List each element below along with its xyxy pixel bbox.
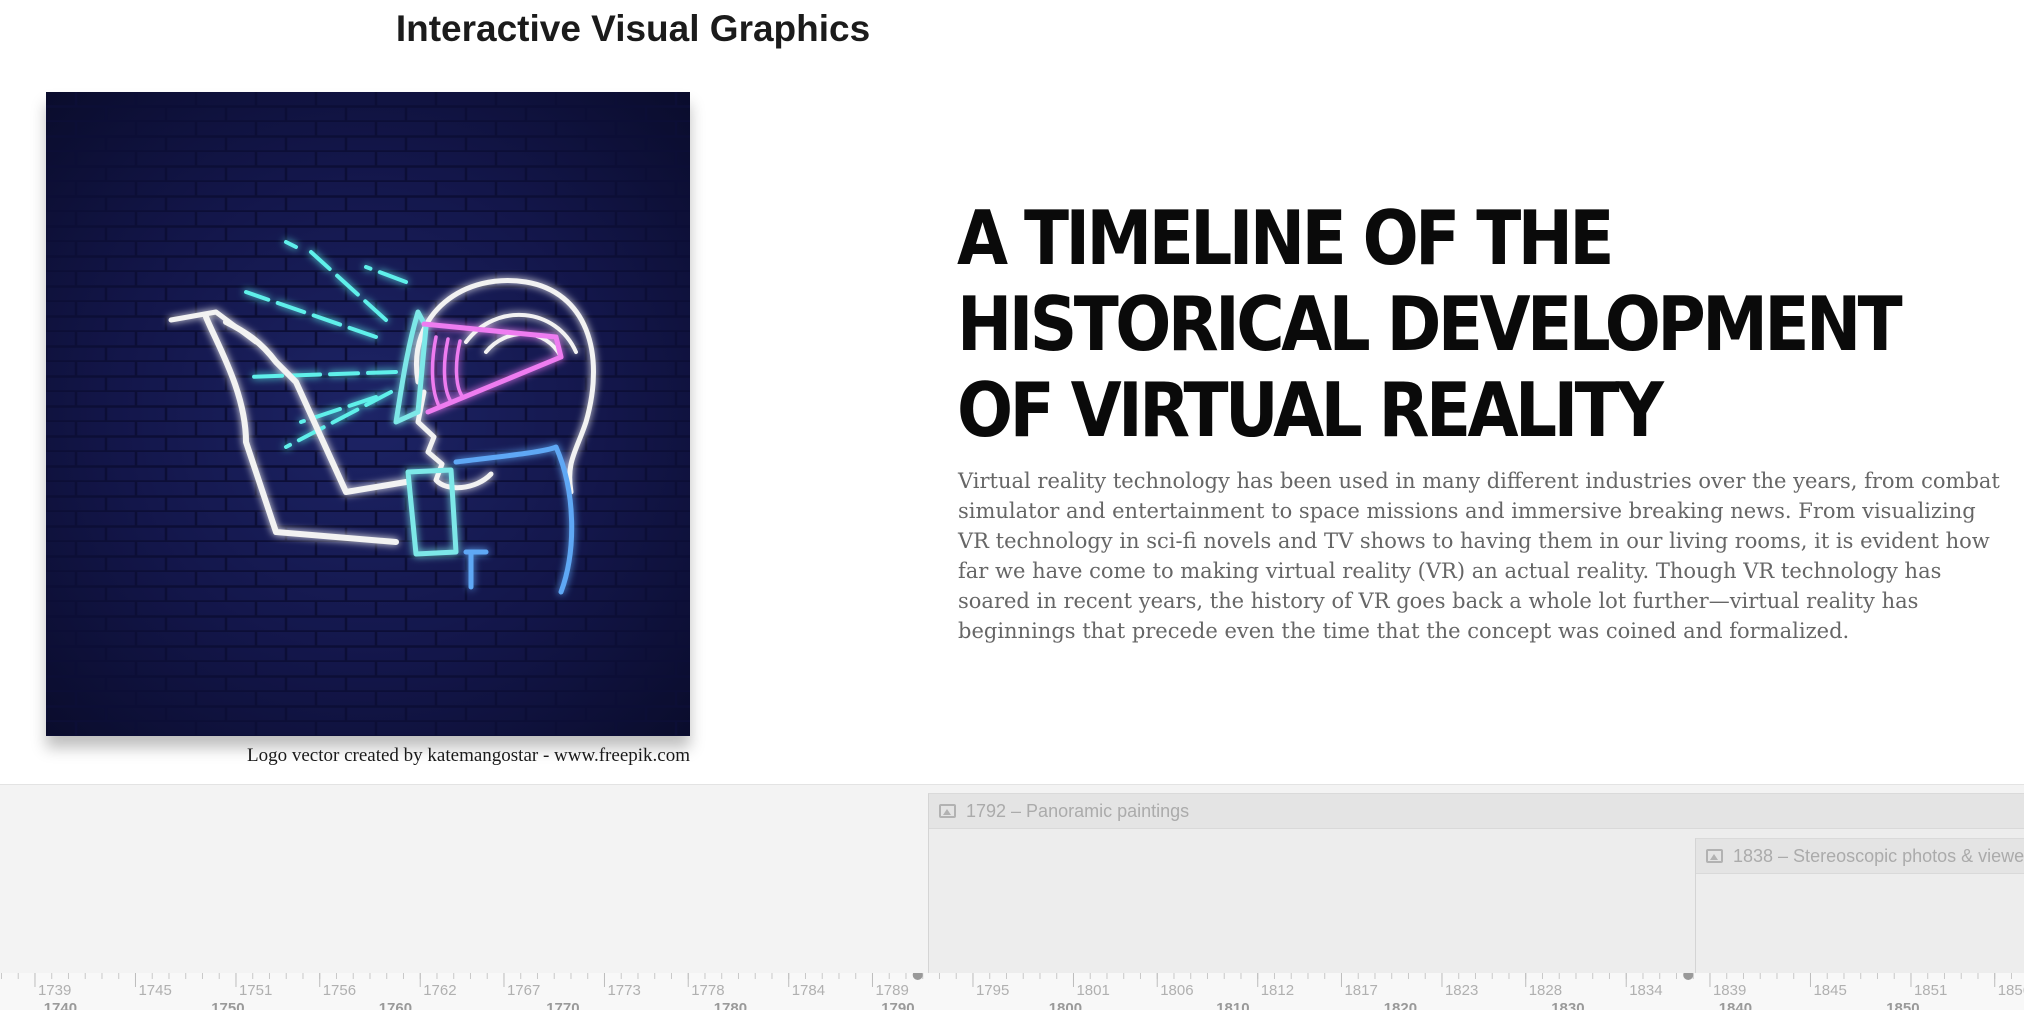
axis-minor-label: 1856	[1998, 982, 2024, 999]
axis-minor-label: 1845	[1813, 982, 1846, 999]
axis-major-label: 1790	[881, 1000, 914, 1010]
axis-minor-label: 1806	[1160, 982, 1193, 999]
axis-minor-label: 1784	[792, 982, 825, 999]
image-icon	[1706, 849, 1723, 863]
axis-major-label: 1800	[1049, 1000, 1082, 1010]
axis-major-label: 1850	[1886, 1000, 1919, 1010]
timeline-axis[interactable]: 1739 1745 1751 1756 1762 1767 1773 1778 1784 1789…	[0, 973, 2024, 1010]
axis-major-label: 1830	[1551, 1000, 1584, 1010]
timeline-event-title-bar[interactable]: 1792 – Panoramic paintings	[929, 794, 2024, 829]
timeline-event-stereoscopic-photos[interactable]: 1838 – Stereoscopic photos & viewers	[1695, 838, 2024, 979]
axis-minor-label: 1751	[239, 982, 272, 999]
axis-event-marker[interactable]	[1683, 973, 1694, 980]
axis-minor-label: 1817	[1344, 982, 1377, 999]
axis-minor-label: 1839	[1713, 982, 1746, 999]
axis-major-label: 1740	[44, 1000, 77, 1010]
vr-headset-neon-illustration	[46, 92, 690, 736]
axis-minor-label: 1767	[507, 982, 540, 999]
image-icon	[939, 804, 956, 818]
axis-major-label: 1750	[211, 1000, 244, 1010]
axis-minor-label: 1745	[138, 982, 171, 999]
axis-minor-label: 1812	[1261, 982, 1294, 999]
axis-major-label: 1840	[1719, 1000, 1752, 1010]
axis-minor-label: 1789	[875, 982, 908, 999]
timeline-event-label: 1792 – Panoramic paintings	[966, 800, 1190, 821]
axis-minor-label: 1828	[1529, 982, 1562, 999]
axis-minor-label: 1851	[1914, 982, 1947, 999]
axis-minor-label: 1778	[691, 982, 724, 999]
timeline-event-label: 1838 – Stereoscopic photos & viewers	[1733, 845, 2024, 866]
timeline-panel[interactable]: 1792 – Panoramic paintings 1838 – Stereo…	[0, 784, 2024, 1010]
timeline-axis-ticks: 1739 1745 1751 1756 1762 1767 1773 1778 1784 1789…	[0, 973, 2024, 1010]
axis-minor-label: 1756	[323, 982, 356, 999]
axis-minor-label: 1773	[607, 982, 640, 999]
article-intro: Virtual reality technology has been used…	[958, 469, 2000, 643]
site-title: Interactive Visual Graphics	[395, 8, 871, 49]
axis-event-marker[interactable]	[912, 973, 923, 980]
axis-major-label: 1760	[379, 1000, 412, 1010]
image-credit: Logo vector created by katemangostar - w…	[247, 745, 690, 766]
axis-minor-label: 1762	[423, 982, 456, 999]
axis-minor-label: 1834	[1629, 982, 1662, 999]
axis-major-label: 1820	[1384, 1000, 1417, 1010]
axis-major-label: 1770	[546, 1000, 579, 1010]
axis-minor-label: 1795	[976, 982, 1009, 999]
timeline-event-title-bar[interactable]: 1838 – Stereoscopic photos & viewers	[1696, 839, 2024, 874]
axis-minor-label: 1801	[1076, 982, 1109, 999]
article-headline: A Timeline of the Historical Development…	[957, 194, 1903, 454]
axis-major-label: 1780	[714, 1000, 747, 1010]
axis-minor-label: 1739	[38, 982, 71, 999]
axis-minor-label: 1823	[1445, 982, 1478, 999]
axis-major-label: 1810	[1216, 1000, 1249, 1010]
